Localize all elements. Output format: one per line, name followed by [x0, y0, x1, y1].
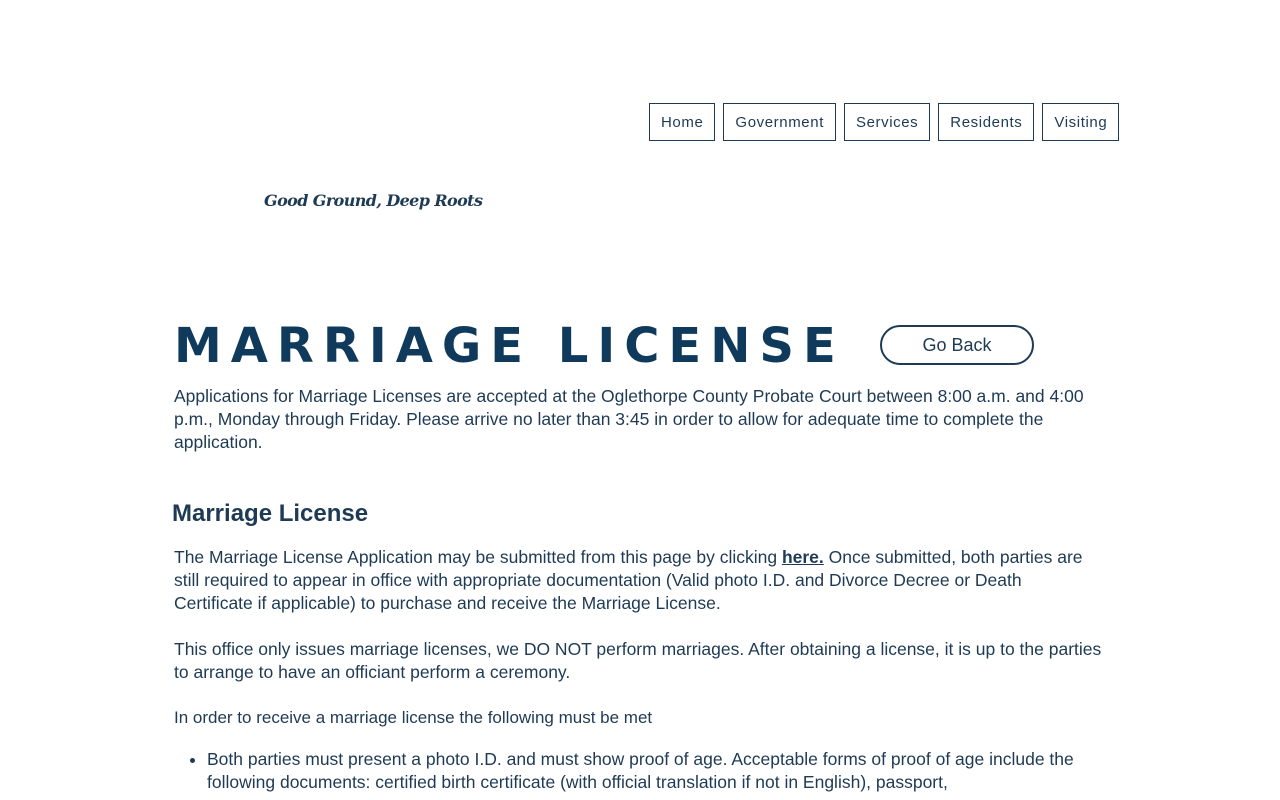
page: Home Government Services Residents Visit… [0, 0, 1280, 800]
site-tagline: Good Ground, Deep Roots [264, 191, 483, 210]
application-link[interactable]: here. [782, 547, 824, 567]
go-back-button[interactable]: Go Back [880, 325, 1034, 365]
requirements-list: Both parties must present a photo I.D. a… [174, 748, 1127, 794]
nav-home[interactable]: Home [649, 103, 716, 141]
application-text-before: The Marriage License Application may be … [174, 547, 782, 567]
nav-residents[interactable]: Residents [938, 103, 1035, 141]
nav-visiting[interactable]: Visiting [1042, 103, 1120, 141]
requirements-intro: In order to receive a marriage license t… [174, 708, 653, 727]
section-heading: Marriage License [172, 500, 369, 527]
nav-services[interactable]: Services [843, 103, 931, 141]
list-item: Both parties must present a photo I.D. a… [207, 748, 1127, 794]
application-paragraph: The Marriage License Application may be … [174, 546, 1104, 615]
intro-paragraph: Applications for Marriage Licenses are a… [174, 386, 1084, 452]
main-nav: Home Government Services Residents Visit… [649, 103, 1120, 141]
officiant-paragraph: This office only issues marriage license… [174, 639, 1102, 682]
page-title: MARRIAGE LICENSE [174, 318, 845, 374]
nav-government[interactable]: Government [723, 103, 836, 141]
